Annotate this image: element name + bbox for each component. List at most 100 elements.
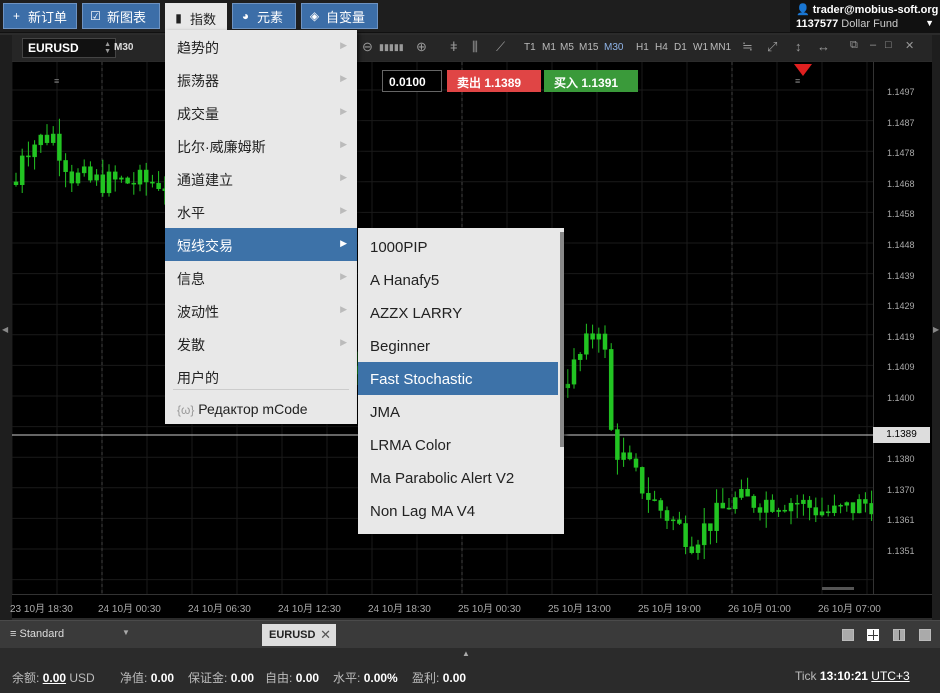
spinner-icon[interactable]: ▲ ▼ (104, 41, 111, 55)
workspace-name: Standard (19, 628, 65, 640)
chevron-down-icon[interactable]: ▼ (925, 18, 934, 28)
close-icon[interactable]: ✕ (905, 39, 914, 52)
vertical-line-icon[interactable]: ↕ (795, 39, 802, 54)
scalping-menu-item[interactable]: 1000PIP (358, 230, 558, 263)
right-collapse-bar[interactable]: ▶ (932, 35, 940, 620)
sell-button[interactable]: 卖出 1.1389 (447, 70, 541, 92)
candle-body (150, 181, 155, 184)
custom-var-button[interactable]: ◈ 自变量 (301, 3, 378, 29)
timeframe-w1[interactable]: W1 (693, 42, 708, 53)
minimize-icon[interactable]: – (870, 39, 876, 51)
timeframe-h1[interactable]: H1 (636, 42, 649, 53)
maximize-icon[interactable]: □ (885, 39, 892, 51)
candle-body (81, 166, 87, 174)
user-icon: 👤 (796, 4, 810, 16)
time-tick: 26 10月 01:00 (728, 604, 791, 615)
timeframe-t1[interactable]: T1 (524, 42, 536, 53)
scalping-menu-item[interactable]: Fast Stochastic (358, 362, 558, 395)
timeframe-d1[interactable]: D1 (674, 42, 687, 53)
expand-panel-icon[interactable]: ▲ (462, 649, 470, 658)
indicator-menu-item[interactable]: 信息 ▶ (165, 261, 357, 294)
mcode-editor-item[interactable]: {ω} Редактор mCode (165, 394, 357, 427)
chart-tab-eurusd[interactable]: EURUSD ✕ (262, 624, 336, 646)
symbol-selector[interactable]: EURUSD ▲ ▼ (22, 38, 116, 58)
timeframe-m15[interactable]: M15 (579, 42, 598, 53)
indicator-menu-item[interactable]: 通道建立 ▶ (165, 162, 357, 195)
scalping-menu-item[interactable]: Ma Parabolic Alert V2 (358, 461, 558, 494)
chevron-down-icon[interactable]: ▼ (122, 628, 130, 637)
menu-item-label: 水平 (177, 205, 205, 221)
indicator-menu-item[interactable]: 水平 ▶ (165, 195, 357, 228)
zoom-out-icon[interactable]: ⊖ (362, 39, 373, 55)
indicator-menu-item[interactable]: 振荡器 ▶ (165, 63, 357, 96)
candle-body (652, 499, 657, 501)
left-collapse-bar[interactable]: ◀ (0, 35, 12, 620)
candle-body (63, 160, 68, 172)
alert-marker-icon[interactable] (794, 64, 812, 76)
indicator-menu-item[interactable]: 趋势的 ▶ (165, 30, 357, 63)
timeframe-mn1[interactable]: MN1 (710, 42, 731, 53)
indicator-menu-item[interactable]: 比尔·威廉姆斯 ▶ (165, 129, 357, 162)
submenu-arrow-icon: ▶ (340, 238, 347, 248)
submenu-scrollbar[interactable] (560, 232, 564, 447)
zoom-in-icon[interactable]: ⊕ (416, 39, 427, 55)
close-tab-icon[interactable]: ✕ (320, 627, 331, 643)
candle-body (776, 509, 781, 512)
price-tick: 1.1419 (887, 331, 915, 342)
indicator-list-icon[interactable]: ≒ (742, 39, 753, 55)
new-chart-button[interactable]: ☑ 新图表 (82, 3, 160, 29)
menu-item-label: 通道建立 (177, 172, 233, 188)
equity: 净值: 0.00 (120, 671, 175, 685)
lot-input[interactable]: 0.0100 (382, 70, 442, 92)
scalping-menu-item[interactable]: AZZX LARRY (358, 296, 558, 329)
scalping-menu-item[interactable]: LRMA Color (358, 428, 558, 461)
account-user: trader@mobius-soft.org (812, 4, 939, 16)
chevron-left-icon[interactable]: ◀ (2, 325, 8, 334)
popout-icon[interactable]: ⧉ (850, 39, 858, 52)
time-tick: 25 10月 19:00 (638, 604, 701, 615)
timeframe-m5[interactable]: M5 (560, 42, 574, 53)
indicator-menu: {ω} Редактор mCode 趋势的 ▶ 振荡器 ▶ 成交量 ▶ 比尔·威廉姆斯 ▶ 通… (165, 30, 357, 424)
scalping-menu-item[interactable]: Beginner (358, 329, 558, 362)
horizontal-scrollbar[interactable] (822, 587, 854, 590)
account-panel[interactable]: 👤 trader@mobius-soft.org 1137577 Dollar … (790, 0, 940, 33)
layout-columns-icon[interactable] (893, 629, 905, 641)
timeframe-h4[interactable]: H4 (655, 42, 668, 53)
timeframe-m1[interactable]: M1 (542, 42, 556, 53)
indicator-menu-item[interactable]: 波动性 ▶ (165, 294, 357, 327)
indicator-menu-item[interactable]: 短线交易 ▶ (165, 228, 357, 261)
indicator-menu-item[interactable]: 成交量 ▶ (165, 96, 357, 129)
candle-body (794, 502, 800, 505)
scalping-menu-item[interactable]: Non Lag MA V4 (358, 494, 558, 527)
timeframe-m30[interactable]: M30 (604, 42, 623, 53)
layout-rows-icon[interactable] (919, 629, 931, 641)
horizontal-line-icon[interactable]: ↔ (817, 39, 830, 54)
indicator-menu-item[interactable]: 用户的 (165, 360, 357, 393)
time-tick: 24 10月 12:30 (278, 604, 341, 615)
elements-button[interactable]: ◕ 元素 (232, 3, 296, 29)
scalping-menu-item[interactable]: JMA (358, 395, 558, 428)
candle-type-icon[interactable]: ⫼ (472, 39, 478, 55)
chart-toolbar: EURUSD ▲ ▼ M30 ⊖ ▮▮▮▮▮ ⊕ ǂ ⫼ ⟋ T1 M1 M5 M15 M3… (12, 35, 932, 61)
bar-type-icon[interactable]: ǂ (450, 39, 458, 54)
menu-item-label: 成交量 (177, 106, 219, 122)
zoom-slider[interactable]: ▮▮▮▮▮ (379, 42, 404, 53)
buy-button[interactable]: 买入 1.1391 (544, 70, 638, 92)
bar-chart-icon: ▮ (175, 11, 182, 25)
menu-item-label: 短线交易 (177, 238, 233, 254)
chart-checkbox-icon: ☑ (90, 9, 101, 23)
new-order-button[interactable]: + 新订单 (3, 3, 77, 29)
workspace-selector[interactable]: ≡ Standard ▼ (10, 628, 130, 640)
candle-body (44, 134, 50, 143)
line-type-icon[interactable]: ⟋ (496, 39, 505, 55)
scalping-menu-item[interactable]: A Hanafy5 (358, 263, 558, 296)
indicators-button[interactable]: ▮ 指数 (165, 3, 227, 33)
mcode-editor-label: Редактор mCode (198, 401, 308, 417)
chevron-right-icon[interactable]: ▶ (933, 325, 939, 334)
layout-single-icon[interactable] (842, 629, 854, 641)
candle-body (763, 499, 769, 513)
trendline-icon[interactable]: ⤢ (767, 39, 777, 55)
candle-body (788, 502, 794, 512)
indicator-menu-item[interactable]: 发散 ▶ (165, 327, 357, 360)
layout-grid-icon[interactable] (867, 629, 879, 641)
